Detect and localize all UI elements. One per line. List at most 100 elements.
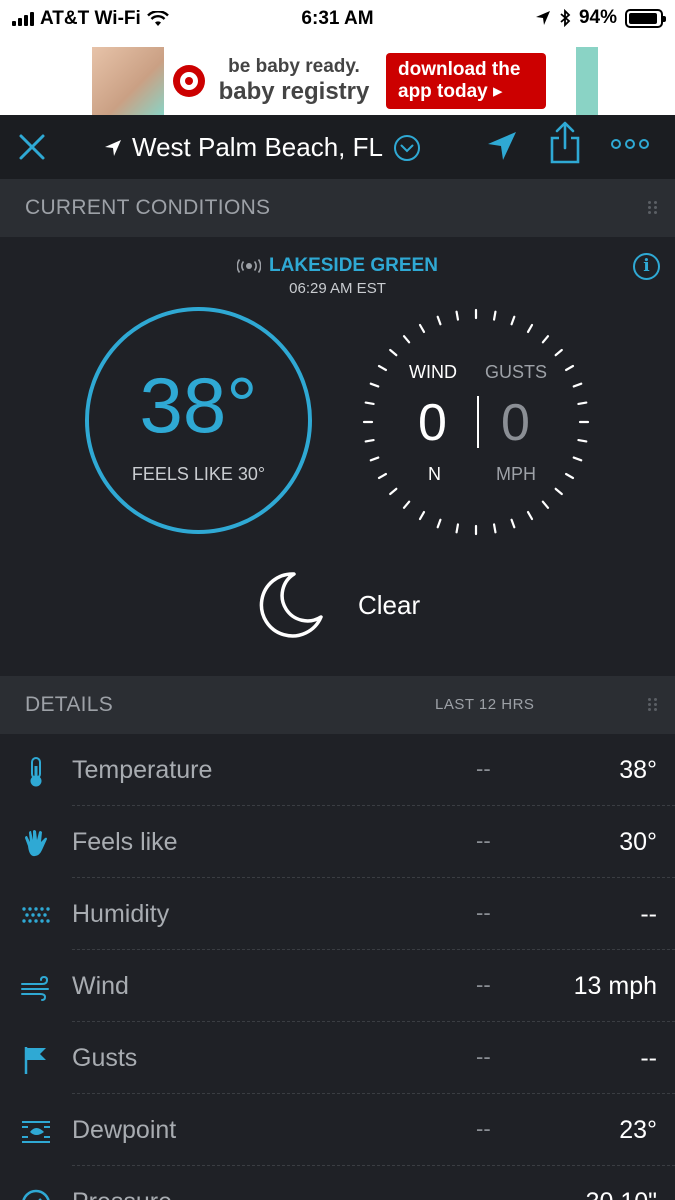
compass-tick <box>572 456 583 462</box>
location-selector[interactable]: West Palm Beach, FL <box>104 132 421 163</box>
detail-row-humidity[interactable]: Humidity -- -- <box>0 878 675 950</box>
details-header: DETAILS LAST 12 HRS <box>0 676 675 734</box>
detail-past-value: -- <box>476 972 491 997</box>
compass-tick <box>564 472 575 480</box>
detail-value: 30.10" <box>586 1188 657 1200</box>
detail-label: Pressure <box>72 1188 172 1200</box>
ad-line1: be baby ready. <box>228 56 360 77</box>
moon-icon <box>259 572 323 638</box>
wind-compass-dial <box>362 308 590 536</box>
station-timestamp: 06:29 AM EST <box>289 280 386 297</box>
nav-bar: West Palm Beach, FL <box>0 115 675 179</box>
more-options-icon[interactable] <box>610 137 650 151</box>
compass-tick <box>369 456 380 462</box>
condition-text: Clear <box>358 589 421 620</box>
navigation-arrow-icon[interactable] <box>485 129 519 163</box>
detail-row-temperature[interactable]: Temperature -- 38° <box>0 734 675 806</box>
detail-row-feels-like[interactable]: Feels like -- 30° <box>0 806 675 878</box>
compass-tick <box>377 364 388 372</box>
detail-label: Humidity <box>72 900 170 928</box>
dewpoint-icon <box>22 1121 50 1143</box>
compass-tick <box>492 310 497 321</box>
detail-past-value: -- <box>476 1188 491 1200</box>
compass-tick <box>402 500 411 509</box>
location-services-icon <box>535 11 550 25</box>
detail-past-value: -- <box>476 900 491 925</box>
compass-tick <box>510 315 516 326</box>
detail-label: Feels like <box>72 828 178 856</box>
detail-label: Wind <box>72 972 129 1000</box>
compass-tick <box>577 438 588 443</box>
share-icon[interactable] <box>548 120 582 166</box>
sky-condition: Clear <box>258 570 420 640</box>
compass-tick <box>541 335 550 344</box>
ad-cta-button[interactable]: download the app today ▸ <box>386 53 546 109</box>
compass-tick <box>492 523 497 534</box>
gusts-label: GUSTS <box>485 362 548 382</box>
compass-tick <box>541 500 550 509</box>
chevron-down-icon <box>393 134 420 161</box>
detail-label: Temperature <box>72 756 213 784</box>
compass-tick <box>554 348 563 357</box>
battery-percent: 94% <box>578 7 617 28</box>
compass-tick <box>526 323 534 334</box>
station-info: LAKESIDE GREEN 06:29 AM EST <box>0 255 675 297</box>
bluetooth-icon <box>560 9 571 27</box>
location-arrow-icon <box>105 139 121 156</box>
compass-tick <box>364 438 375 443</box>
compass-tick <box>389 348 398 357</box>
detail-past-value: -- <box>476 756 491 781</box>
range-label[interactable]: LAST 12 HRS <box>435 696 534 713</box>
detail-value: 38° <box>619 756 657 784</box>
details-list: Temperature -- 38° Feels like -- 30° Hum… <box>0 734 675 1200</box>
feels-like-text: FEELS LIKE 30° <box>131 464 266 484</box>
compass-tick <box>369 382 380 388</box>
wind-divider <box>477 396 479 448</box>
compass-tick <box>418 510 426 521</box>
wind-icon <box>21 975 49 1001</box>
detail-value: 23° <box>619 1116 657 1144</box>
ad-decoration <box>576 47 598 115</box>
detail-label: Gusts <box>72 1044 138 1072</box>
close-icon[interactable] <box>18 133 46 161</box>
ad-banner-container: be baby ready. baby registry download th… <box>0 38 675 115</box>
gauge-icon <box>22 1189 50 1200</box>
compass-tick <box>455 523 460 534</box>
detail-past-value: -- <box>476 1116 491 1141</box>
drag-handle-icon[interactable] <box>648 201 658 214</box>
detail-past-value: -- <box>476 828 491 853</box>
compass-tick <box>436 518 442 529</box>
station-name[interactable]: LAKESIDE GREEN <box>269 255 438 277</box>
current-conditions-header: CURRENT CONDITIONS <box>0 179 675 237</box>
detail-row-pressure[interactable]: Pressure -- 30.10" <box>0 1166 675 1200</box>
compass-tick <box>436 315 442 326</box>
location-name: West Palm Beach, FL <box>132 132 383 162</box>
flag-icon <box>24 1047 46 1074</box>
compass-tick <box>455 310 460 321</box>
info-icon[interactable]: i <box>633 253 660 280</box>
section-title: CURRENT CONDITIONS <box>25 196 271 219</box>
wind-label: WIND <box>409 362 457 382</box>
detail-row-wind[interactable]: Wind -- 13 mph <box>0 950 675 1022</box>
compass-tick <box>577 401 588 406</box>
detail-value: 13 mph <box>573 972 657 1000</box>
ad-banner[interactable]: be baby ready. baby registry download th… <box>92 47 598 115</box>
compass-tick <box>564 364 575 372</box>
compass-tick <box>364 401 375 406</box>
compass-tick <box>526 510 534 521</box>
detail-past-value: -- <box>476 1044 491 1069</box>
compass-tick <box>554 487 563 496</box>
hand-icon <box>25 830 47 857</box>
detail-row-gusts[interactable]: Gusts -- -- <box>0 1022 675 1094</box>
humidity-dots-icon <box>22 907 50 923</box>
compass-tick <box>418 323 426 334</box>
compass-tick <box>510 518 516 529</box>
wind-speed-value: 0 <box>418 394 447 452</box>
drag-handle-icon[interactable] <box>648 698 658 711</box>
status-bar: AT&T Wi-Fi 6:31 AM 94% <box>0 0 675 38</box>
current-temperature: 38° <box>139 361 258 449</box>
detail-row-dewpoint[interactable]: Dewpoint -- 23° <box>0 1094 675 1166</box>
compass-tick <box>402 335 411 344</box>
gusts-speed-value: 0 <box>501 394 530 452</box>
compass-tick <box>572 382 583 388</box>
